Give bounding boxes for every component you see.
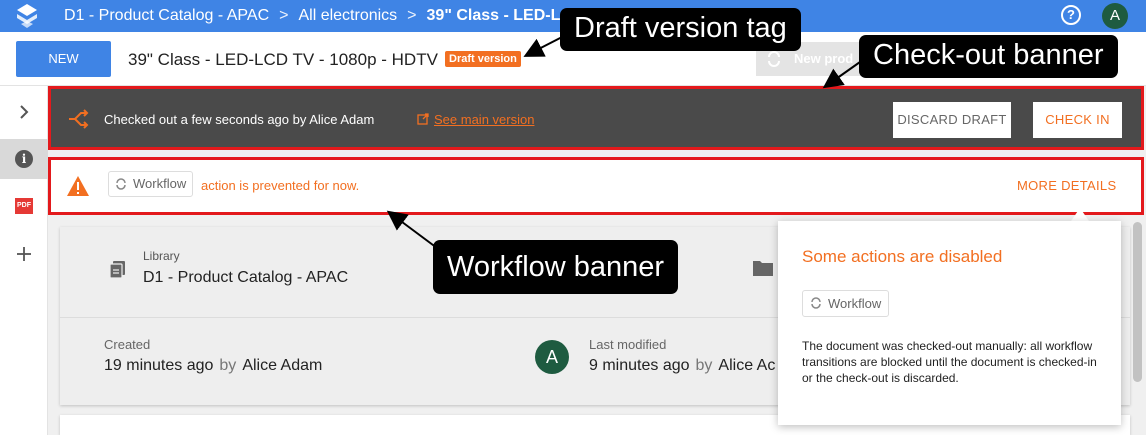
created-value: 19 minutes ago by Alice Adam (104, 357, 322, 375)
external-link-icon (417, 113, 429, 125)
chevron-right-icon (20, 105, 29, 119)
popover-arrow (1071, 208, 1089, 221)
workflow-banner: Workflow action is prevented for now. MO… (48, 157, 1144, 215)
avatar: A (535, 340, 569, 374)
workflow-message: action is prevented for now. (201, 178, 360, 193)
actions-disabled-popover: Some actions are disabled Workflow The d… (778, 221, 1121, 425)
breadcrumb-item-catalog[interactable]: D1 - Product Catalog - APAC (64, 7, 269, 24)
workflow-icon (768, 51, 780, 67)
popover-title: Some actions are disabled (802, 247, 1003, 266)
breadcrumb-separator: > (279, 7, 289, 24)
rail-info[interactable]: i (0, 139, 48, 179)
annotation-workflow-banner: Workflow banner (433, 240, 679, 294)
user-avatar[interactable]: A (1102, 3, 1128, 29)
annotation-checkout-banner: Check-out banner (859, 35, 1118, 78)
breadcrumb-current: 39" Class - LED-L (426, 7, 561, 24)
draft-version-tag: Draft version (445, 51, 521, 67)
workflow-chip-label: Workflow (133, 176, 187, 191)
rail-pdf[interactable]: PDF (0, 186, 48, 226)
workflow-chip: Workflow (108, 171, 194, 197)
modified-time: 9 minutes ago (589, 357, 690, 374)
workflow-icon (811, 297, 821, 309)
new-button[interactable]: NEW (16, 41, 111, 77)
library-label: Library (143, 249, 180, 263)
modified-value: 9 minutes ago by Alice Ac (589, 357, 775, 375)
popover-description: The document was checked-out manually: a… (802, 339, 1097, 385)
checkout-banner: Checked out a few seconds ago by Alice A… (48, 86, 1144, 150)
check-in-button[interactable]: CHECK IN (1033, 102, 1122, 138)
library-icon (109, 261, 125, 279)
rail-expand[interactable] (0, 92, 48, 132)
breadcrumb-separator: > (407, 7, 417, 24)
logo-icon[interactable] (16, 3, 38, 29)
folder-icon (753, 261, 773, 276)
created-label: Created (104, 337, 151, 352)
rail-add[interactable] (0, 234, 48, 274)
add-icon (17, 247, 31, 261)
library-value[interactable]: D1 - Product Catalog - APAC (143, 269, 348, 287)
popover-workflow-chip: Workflow (802, 290, 890, 317)
modified-label: Last modified (589, 337, 667, 352)
workflow-icon (116, 178, 126, 190)
document-title: 39" Class - LED-LCD TV - 1080p - HDTV (128, 50, 438, 69)
more-details-button[interactable]: MORE DETAILS (1017, 178, 1116, 193)
checkout-message: Checked out a few seconds ago by Alice A… (104, 112, 375, 127)
popover-chip-label: Workflow (828, 296, 882, 311)
see-main-version-link[interactable]: See main version (434, 112, 534, 127)
modified-user[interactable]: Alice Ac (718, 357, 775, 374)
created-by-word: by (219, 357, 237, 374)
left-rail: i PDF (0, 86, 48, 435)
scrollbar[interactable] (1133, 222, 1142, 382)
checkout-icon (69, 109, 89, 129)
breadcrumb-item-electronics[interactable]: All electronics (298, 7, 397, 24)
created-time: 19 minutes ago (104, 357, 214, 374)
discard-draft-button[interactable]: DISCARD DRAFT (893, 102, 1011, 138)
new-product-label: New prod (794, 51, 854, 66)
annotation-draft-version: Draft version tag (560, 8, 801, 51)
warning-icon (67, 176, 89, 196)
info-icon: i (15, 150, 33, 168)
breadcrumb: D1 - Product Catalog - APAC > All electron… (64, 0, 560, 32)
modified-by-word: by (695, 357, 713, 374)
pdf-icon: PDF (15, 198, 33, 214)
created-user[interactable]: Alice Adam (242, 357, 322, 374)
help-icon[interactable]: ? (1061, 5, 1081, 25)
